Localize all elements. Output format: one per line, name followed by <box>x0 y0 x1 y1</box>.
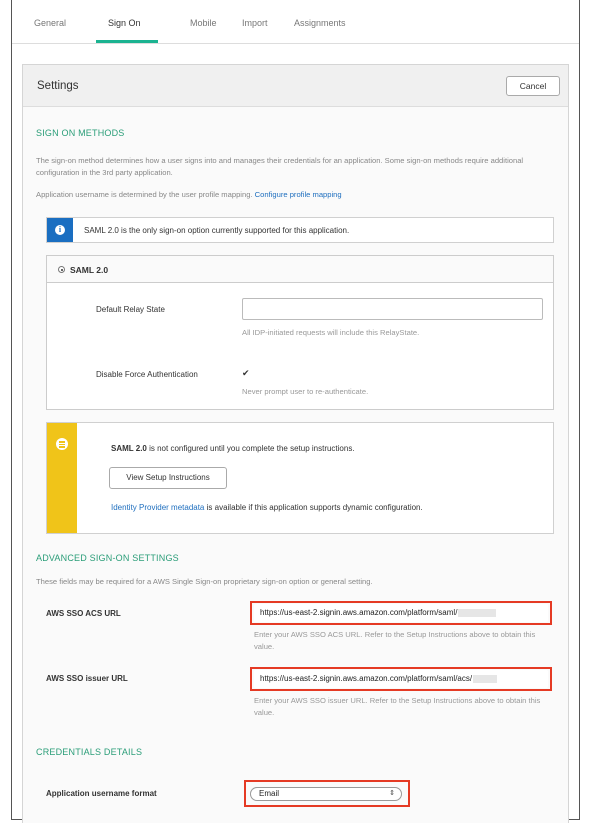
credentials-details-title: CREDENTIALS DETAILS <box>36 747 143 757</box>
warning-message: is not configured until you complete the… <box>146 444 355 453</box>
disable-force-auth-checkbox[interactable]: ✔ <box>242 369 251 378</box>
tab-import[interactable]: Import <box>242 18 268 28</box>
profile-mapping-desc: Application username is determined by th… <box>36 190 253 199</box>
username-format-select[interactable]: Email ⇕ <box>250 787 402 801</box>
setup-warning-text: SAML 2.0 is not configured until you com… <box>111 444 355 453</box>
profile-mapping-text: Application username is determined by th… <box>36 189 556 201</box>
force-auth-hint: Never prompt user to re-authenticate. <box>242 387 369 396</box>
idp-metadata-text: Identity Provider metadata is available … <box>111 503 423 512</box>
saml-radio[interactable] <box>58 266 65 273</box>
disable-force-auth-label: Disable Force Authentication <box>96 370 198 379</box>
advanced-settings-title: ADVANCED SIGN-ON SETTINGS <box>36 553 179 563</box>
username-format-value: Email <box>259 789 280 798</box>
configure-profile-mapping-link[interactable]: Configure profile mapping <box>255 190 342 199</box>
tab-assignments[interactable]: Assignments <box>294 18 346 28</box>
info-banner: i SAML 2.0 is the only sign-on option cu… <box>46 217 554 243</box>
redacted-region <box>458 608 497 617</box>
saml-option-header: SAML 2.0 <box>47 256 553 283</box>
app-frame: General Sign On Mobile Import Assignment… <box>11 0 580 823</box>
tab-general[interactable]: General <box>34 18 66 28</box>
tab-sign-on[interactable]: Sign On <box>108 18 141 28</box>
acs-url-value: https://us-east-2.signin.aws.amazon.com/… <box>260 608 458 617</box>
warning-saml-bold: SAML 2.0 <box>111 444 147 453</box>
sign-on-methods-description: The sign-on method determines how a user… <box>36 156 524 177</box>
acs-url-input[interactable]: https://us-east-2.signin.aws.amazon.com/… <box>254 604 548 622</box>
warning-bar <box>47 423 77 533</box>
saml-option-label: SAML 2.0 <box>70 265 109 275</box>
view-setup-instructions-button[interactable]: View Setup Instructions <box>109 467 227 489</box>
idp-metadata-desc: is available if this application support… <box>204 503 423 512</box>
select-arrows-icon: ⇕ <box>389 790 395 797</box>
issuer-url-label: AWS SSO issuer URL <box>46 674 128 683</box>
issuer-url-value: https://us-east-2.signin.aws.amazon.com/… <box>260 674 473 683</box>
username-format-label: Application username format <box>46 789 157 798</box>
list-icon <box>56 438 68 450</box>
redacted-region <box>473 674 498 683</box>
default-relay-state-input[interactable] <box>242 298 543 320</box>
default-relay-state-label: Default Relay State <box>96 305 165 314</box>
settings-title: Settings <box>37 80 79 92</box>
info-icon: i <box>55 225 65 235</box>
sign-on-methods-title: SIGN ON METHODS <box>36 128 125 138</box>
settings-header: Settings Cancel <box>23 65 568 107</box>
setup-warning-box: SAML 2.0 is not configured until you com… <box>46 422 554 534</box>
issuer-url-input[interactable]: https://us-east-2.signin.aws.amazon.com/… <box>254 670 548 688</box>
tab-bar: General Sign On Mobile Import Assignment… <box>12 0 579 44</box>
acs-url-label: AWS SSO ACS URL <box>46 609 121 618</box>
info-text: SAML 2.0 is the only sign-on option curr… <box>84 226 350 235</box>
issuer-url-hint: Enter your AWS SSO issuer URL. Refer to … <box>254 696 541 717</box>
cancel-button[interactable]: Cancel <box>506 76 560 96</box>
active-tab-indicator <box>96 40 158 43</box>
tab-mobile[interactable]: Mobile <box>190 18 217 28</box>
saml-option-box: SAML 2.0 Default Relay State All IDP-ini… <box>46 255 554 410</box>
info-badge: i <box>47 218 73 242</box>
relay-state-hint: All IDP-initiated requests will include … <box>242 328 420 337</box>
idp-metadata-link[interactable]: Identity Provider metadata <box>111 503 204 512</box>
acs-url-hint: Enter your AWS SSO ACS URL. Refer to the… <box>254 630 536 651</box>
advanced-settings-description: These fields may be required for a AWS S… <box>36 577 373 586</box>
